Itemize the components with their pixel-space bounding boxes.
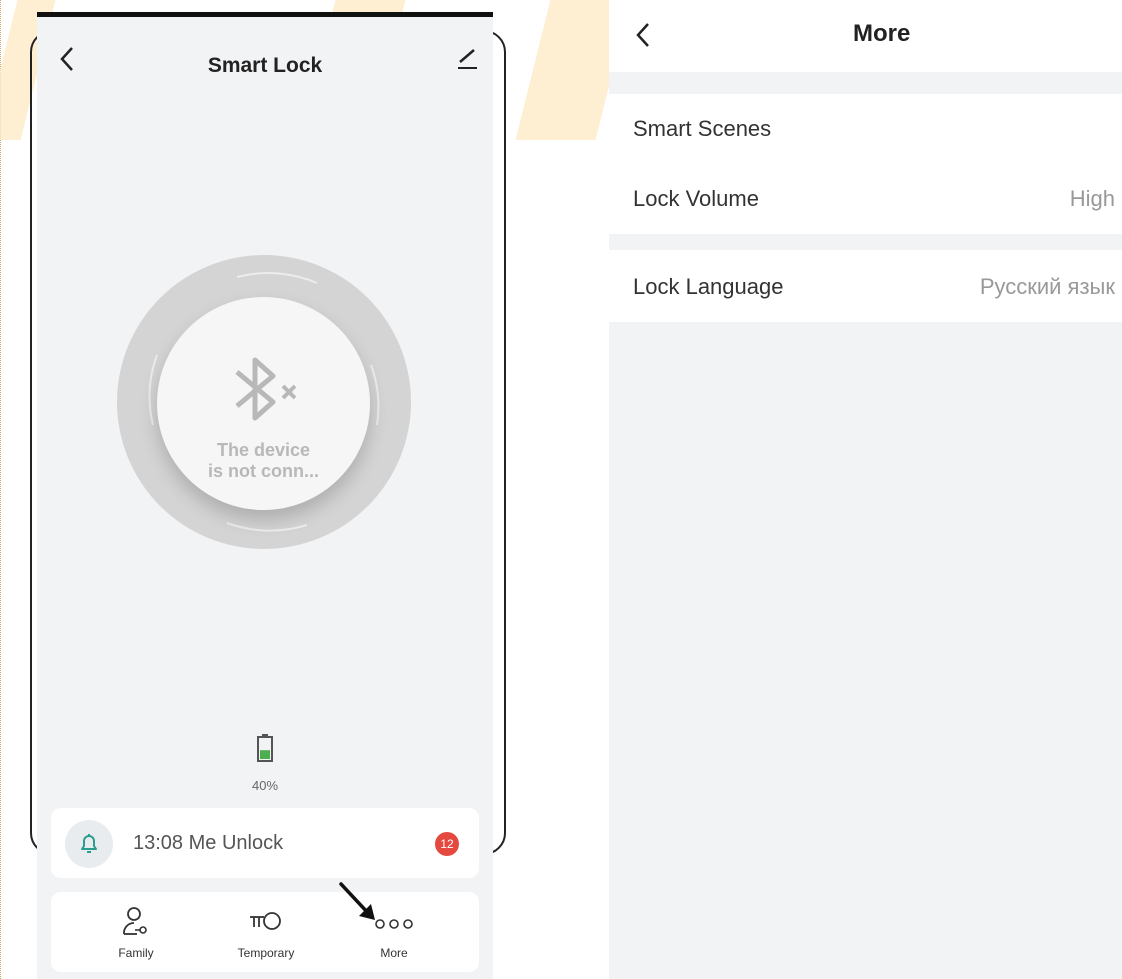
notification-text: 13:08 Me Unlock: [133, 832, 284, 854]
more-label: More: [380, 946, 408, 960]
bottom-toolbar: Family Temporary More: [51, 892, 479, 972]
page-title: More: [853, 20, 911, 47]
connection-status: The device is not conn...: [157, 440, 370, 482]
status-line-2: is not conn...: [208, 461, 319, 481]
bluetooth-off-icon: [235, 357, 297, 421]
bell-icon: [81, 834, 97, 853]
battery-percentage: 40%: [251, 778, 279, 793]
page-title: Smart Lock: [207, 54, 323, 77]
more-dots-icon: [375, 919, 413, 929]
temporary-label: Temporary: [237, 946, 295, 960]
row-value: Русский язык: [979, 274, 1115, 299]
family-key-icon: [123, 907, 147, 935]
row-value: High: [1069, 186, 1115, 211]
row-label: Smart Scenes: [633, 116, 772, 141]
edit-icon[interactable]: [455, 44, 479, 72]
more-settings-screen: More Smart Scenes Lock Volume High Lock …: [609, 0, 1122, 979]
temporary-key-icon: [250, 912, 281, 930]
smart-lock-screen: Smart Lock The device is not conn... 40%: [37, 12, 493, 979]
notification-badge: 12: [435, 832, 459, 856]
battery-icon: [257, 734, 273, 762]
row-label: Lock Volume: [633, 186, 759, 211]
family-button[interactable]: Family: [81, 892, 191, 972]
dotted-border: [0, 0, 9, 979]
header: More: [609, 0, 1122, 72]
status-line-1: The device: [216, 440, 311, 460]
unlock-notification[interactable]: 13:08 Me Unlock 12: [51, 808, 479, 878]
status-bar: [37, 12, 493, 17]
lock-language-row[interactable]: Lock Language Русский язык: [609, 250, 1122, 322]
lock-volume-row[interactable]: Lock Volume High: [609, 162, 1122, 234]
smart-scenes-row[interactable]: Smart Scenes: [609, 94, 1122, 162]
back-icon[interactable]: [629, 18, 659, 52]
family-label: Family: [118, 946, 154, 960]
pointer-arrow-icon: [339, 882, 375, 920]
bell-background: [65, 820, 113, 868]
temporary-button[interactable]: Temporary: [211, 892, 321, 972]
row-label: Lock Language: [633, 274, 784, 299]
